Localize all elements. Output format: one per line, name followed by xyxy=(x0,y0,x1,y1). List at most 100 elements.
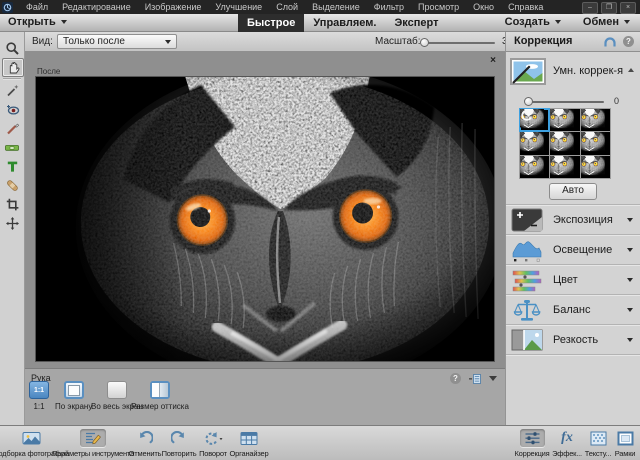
create-button[interactable]: Создать xyxy=(505,16,561,28)
menu-filter[interactable]: Фильтр xyxy=(367,0,411,14)
zoom-1-1-button[interactable]: 1:1 1:1 xyxy=(29,381,49,411)
effects-button[interactable]: fx Эффек... xyxy=(551,429,583,458)
adjustments-button[interactable]: Коррекция xyxy=(512,429,552,458)
menu-file[interactable]: Файл xyxy=(19,0,55,14)
reset-icon xyxy=(520,109,549,131)
adjustments-panel-header: Коррекция ? xyxy=(505,32,640,52)
share-button[interactable]: Обмен xyxy=(583,16,630,28)
frames-button[interactable]: Рамки xyxy=(612,429,638,458)
organizer-button[interactable]: Органайзер xyxy=(229,429,269,458)
collapse-section-icon[interactable] xyxy=(628,68,634,72)
section-color[interactable]: Цвет xyxy=(506,265,640,295)
sharpness-icon xyxy=(511,328,543,352)
organizer-label: Органайзер xyxy=(230,449,269,458)
quick-selection-tool-icon[interactable] xyxy=(2,82,22,99)
preview-thumb[interactable] xyxy=(581,156,610,178)
menu-help[interactable]: Справка xyxy=(501,0,550,14)
preview-thumb[interactable] xyxy=(520,156,549,178)
print-size-caption: Размер оттиска xyxy=(131,402,189,411)
exposure-icon xyxy=(511,208,543,232)
preview-thumb-selected[interactable] xyxy=(520,109,549,131)
restore-button[interactable]: ❐ xyxy=(601,2,617,14)
panel-menu-icon[interactable] xyxy=(469,374,481,384)
menu-edit[interactable]: Редактирование xyxy=(55,0,138,14)
rotate-button[interactable]: Поворот xyxy=(196,429,230,458)
menu-select[interactable]: Выделение xyxy=(305,0,367,14)
menu-window[interactable]: Окно xyxy=(466,0,501,14)
move-tool-icon[interactable] xyxy=(2,215,22,232)
print-size-button[interactable]: Размер оттиска xyxy=(131,381,189,411)
toolbox xyxy=(0,32,25,425)
section-lighting[interactable]: Освещение xyxy=(506,235,640,265)
preview-thumb[interactable] xyxy=(581,109,610,131)
tab-quick[interactable]: Быстрое xyxy=(238,14,304,32)
type-tool-icon[interactable] xyxy=(2,158,22,175)
minimize-button[interactable]: – xyxy=(582,2,598,14)
auto-button[interactable]: Авто xyxy=(549,183,597,200)
organizer-icon xyxy=(240,431,258,446)
tool-options-icon xyxy=(84,430,102,446)
tab-guided[interactable]: Управляем. xyxy=(304,14,385,32)
spot-healing-tool-icon[interactable] xyxy=(2,177,22,194)
fit-screen-button[interactable]: По экрану xyxy=(55,381,92,411)
document-close-icon[interactable]: × xyxy=(490,56,496,66)
color-bars-icon xyxy=(511,268,543,292)
menu-enhance[interactable]: Улучшение xyxy=(208,0,269,14)
chevron-down-icon xyxy=(61,20,67,24)
section-label: Экспозиция xyxy=(553,214,613,226)
tool-options-button[interactable]: Параметры инструмента xyxy=(62,429,124,458)
whiten-teeth-tool-icon[interactable] xyxy=(2,120,22,137)
photo-owl xyxy=(35,76,495,362)
zoom-tool-icon[interactable] xyxy=(2,40,22,57)
smart-fix-value: 0 xyxy=(614,96,619,106)
hand-tool-icon[interactable] xyxy=(2,58,24,77)
smart-fix-slider[interactable] xyxy=(526,101,604,103)
undo-label: Отменить xyxy=(129,449,162,458)
view-dropdown[interactable]: Только после xyxy=(57,34,177,49)
zoom-1-1-caption: 1:1 xyxy=(33,402,44,411)
help-icon[interactable]: ? xyxy=(450,373,461,384)
window-controls: – ❐ × xyxy=(582,2,636,14)
chevron-down-icon xyxy=(627,278,633,282)
photo-bin-icon xyxy=(22,430,41,446)
preview-thumb[interactable] xyxy=(520,132,549,154)
zoom-slider[interactable] xyxy=(423,42,495,44)
chevron-down-icon xyxy=(627,308,633,312)
rotate-icon xyxy=(203,431,223,446)
menu-layer[interactable]: Слой xyxy=(269,0,305,14)
chevron-down-icon xyxy=(627,248,633,252)
tab-expert[interactable]: Эксперт xyxy=(385,14,447,32)
undo-button[interactable]: Отменить xyxy=(128,429,162,458)
zoom-slider-handle[interactable] xyxy=(420,38,429,47)
redo-button[interactable]: Повторить xyxy=(161,429,197,458)
preview-thumb[interactable] xyxy=(550,156,579,178)
section-balance[interactable]: Баланс xyxy=(506,295,640,325)
close-button[interactable]: × xyxy=(620,2,636,14)
collapse-panel-icon[interactable] xyxy=(489,376,497,381)
open-button[interactable]: Открыть xyxy=(8,16,67,28)
reset-panel-icon[interactable] xyxy=(603,35,617,48)
section-label: Освещение xyxy=(553,244,612,256)
textures-button[interactable]: Тексту... xyxy=(582,429,614,458)
section-label: Баланс xyxy=(553,304,590,316)
preview-thumb[interactable] xyxy=(550,132,579,154)
preview-thumb[interactable] xyxy=(550,109,579,131)
section-sharpness[interactable]: Резкость xyxy=(506,325,640,355)
help-icon[interactable]: ? xyxy=(623,36,634,47)
view-dropdown-value: Только после xyxy=(63,36,125,47)
menu-image[interactable]: Изображение xyxy=(138,0,209,14)
chevron-down-icon xyxy=(627,338,633,342)
red-eye-tool-icon[interactable] xyxy=(2,101,22,118)
smart-fix-slider-handle[interactable] xyxy=(524,97,533,106)
chevron-down-icon xyxy=(624,20,630,24)
menu-view[interactable]: Просмотр xyxy=(411,0,466,14)
straighten-tool-icon[interactable] xyxy=(2,139,22,156)
section-exposure[interactable]: Экспозиция xyxy=(506,205,640,235)
chevron-down-icon xyxy=(627,218,633,222)
smart-fix-label[interactable]: Умн. коррек-я xyxy=(550,65,626,77)
preview-thumb[interactable] xyxy=(581,132,610,154)
crop-tool-icon[interactable] xyxy=(2,196,22,213)
frames-icon xyxy=(617,431,634,446)
zoom-label: Масштаб: xyxy=(375,36,421,47)
after-label: После xyxy=(37,67,60,76)
